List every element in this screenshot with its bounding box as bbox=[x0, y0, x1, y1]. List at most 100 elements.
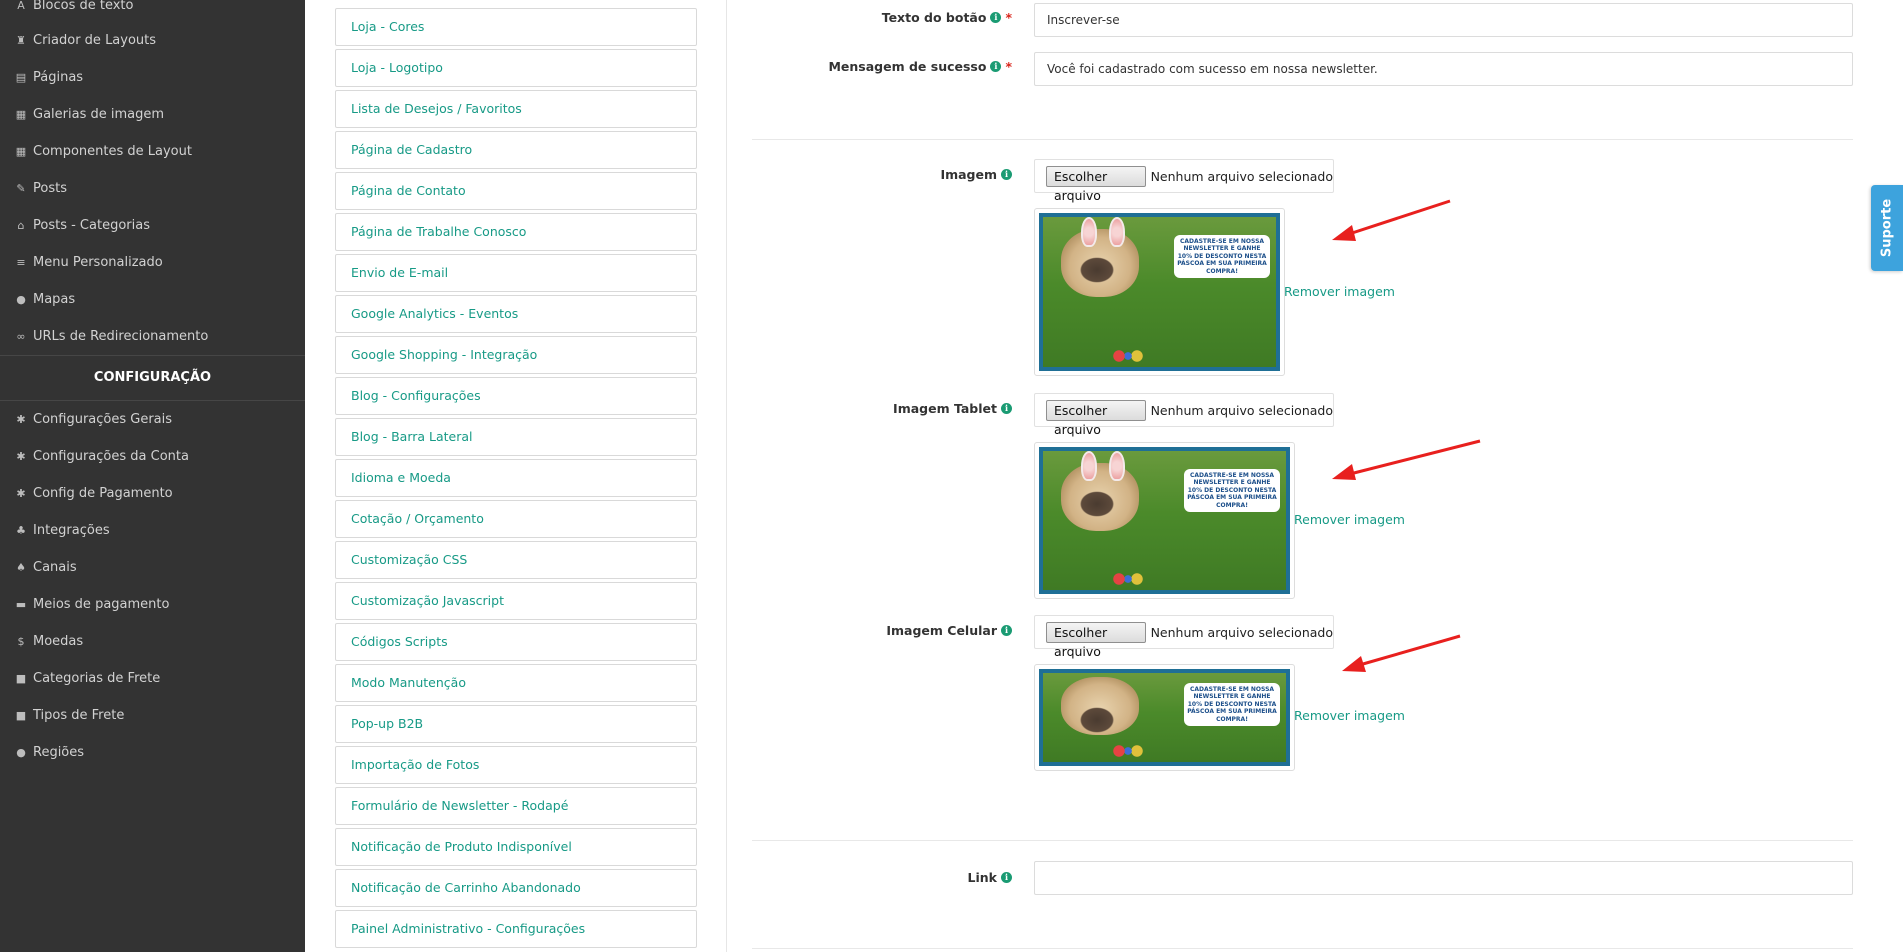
settings-list-item[interactable]: Customização CSS bbox=[335, 541, 697, 579]
field-label-text: Imagem Tablet bbox=[893, 401, 997, 416]
settings-list-item[interactable]: Google Shopping - Integração bbox=[335, 336, 697, 374]
info-icon[interactable]: i bbox=[990, 61, 1002, 72]
section-divider bbox=[752, 840, 1853, 841]
sidebar-item-pages[interactable]: ▤ Páginas bbox=[15, 65, 83, 89]
banner-promo-text: CADASTRE-SE EM NOSSA NEWSLETTER E GANHE … bbox=[1184, 683, 1280, 727]
remove-image-link[interactable]: Remover imagem bbox=[1284, 284, 1395, 299]
sidebar-item-general-settings[interactable]: ✱ Configurações Gerais bbox=[15, 407, 172, 431]
sidebar-item-image-galleries[interactable]: ▦ Galerias de imagem bbox=[15, 102, 164, 126]
settings-list-item[interactable]: Notificação de Produto Indisponível bbox=[335, 828, 697, 866]
settings-list-item[interactable]: Formulário de Newsletter - Rodapé bbox=[335, 787, 697, 825]
settings-list-item[interactable]: Google Analytics - Eventos bbox=[335, 295, 697, 333]
settings-list-panel: Loja - Cores Loja - Logotipo Lista de De… bbox=[305, 0, 727, 952]
integrations-icon: ♣ bbox=[16, 523, 26, 537]
link-input[interactable] bbox=[1034, 861, 1853, 895]
file-status-text: Nenhum arquivo selecionado bbox=[1150, 624, 1333, 640]
sidebar-divider bbox=[0, 355, 305, 356]
image-file-input[interactable]: Escolher arquivo Nenhum arquivo selecion… bbox=[1034, 159, 1334, 203]
choose-file-button[interactable]: Escolher arquivo bbox=[1046, 621, 1146, 659]
settings-list-item[interactable]: Envio de E-mail bbox=[335, 254, 697, 292]
bunny-ear-shape bbox=[1081, 451, 1097, 481]
button-text-input[interactable] bbox=[1034, 3, 1853, 37]
globe-icon: ● bbox=[16, 745, 26, 759]
home-icon: ⌂ bbox=[17, 218, 25, 232]
field-label-text: Imagem bbox=[940, 167, 997, 182]
success-message-input[interactable] bbox=[1034, 52, 1853, 86]
choose-file-button[interactable]: Escolher arquivo bbox=[1046, 399, 1146, 437]
layout-builder-icon: ♜ bbox=[16, 33, 26, 47]
settings-list-item[interactable]: Painel Administrativo - Configurações bbox=[335, 910, 697, 948]
info-icon[interactable]: i bbox=[990, 12, 1002, 23]
truck-icon: ■ bbox=[15, 708, 27, 722]
easter-eggs-shape bbox=[1113, 572, 1143, 586]
sidebar-item-label: Meios de pagamento bbox=[33, 596, 170, 612]
field-label-text: Link bbox=[967, 870, 997, 885]
settings-list-item[interactable]: Página de Cadastro bbox=[335, 131, 697, 169]
field-label-text: Mensagem de sucesso bbox=[828, 59, 987, 74]
sidebar-item-regions[interactable]: ● Regiões bbox=[15, 740, 84, 764]
settings-list-item[interactable]: Pop-up B2B bbox=[335, 705, 697, 743]
settings-list-item[interactable]: Página de Contato bbox=[335, 172, 697, 210]
image-gallery-icon: ▦ bbox=[15, 107, 27, 121]
sidebar-item-payment-methods[interactable]: ▬ Meios de pagamento bbox=[15, 592, 170, 616]
choose-file-button[interactable]: Escolher arquivo bbox=[1046, 165, 1146, 203]
remove-image-link[interactable]: Remover imagem bbox=[1294, 512, 1405, 527]
settings-list-item[interactable]: Página de Trabalhe Conosco bbox=[335, 213, 697, 251]
sidebar-item-channels[interactable]: ♠ Canais bbox=[15, 555, 77, 579]
sidebar-item-payment-config[interactable]: ✱ Config de Pagamento bbox=[15, 481, 173, 505]
required-mark: * bbox=[1005, 10, 1012, 25]
sidebar-item-shipping-categories[interactable]: ■ Categorias de Frete bbox=[15, 666, 160, 690]
info-icon[interactable]: i bbox=[1001, 403, 1012, 414]
settings-list-item[interactable]: Customização Javascript bbox=[335, 582, 697, 620]
sidebar-item-label: Canais bbox=[33, 559, 77, 575]
banner-promo-text: CADASTRE-SE EM NOSSA NEWSLETTER E GANHE … bbox=[1174, 235, 1270, 279]
image-mobile-file-input[interactable]: Escolher arquivo Nenhum arquivo selecion… bbox=[1034, 615, 1334, 659]
sidebar-item-label: Configurações Gerais bbox=[33, 411, 173, 427]
button-text-label: Texto do botão i * bbox=[882, 10, 1012, 25]
sidebar-item-layout-builder[interactable]: ♜ Criador de Layouts bbox=[15, 28, 156, 52]
settings-list-item[interactable]: Importação de Fotos bbox=[335, 746, 697, 784]
image-mobile-label: Imagem Celular i bbox=[886, 623, 1012, 638]
settings-list-item[interactable]: Blog - Barra Lateral bbox=[335, 418, 697, 456]
sidebar-item-currencies[interactable]: $ Moedas bbox=[15, 629, 84, 653]
sidebar-item-layout-components[interactable]: ▦ Componentes de Layout bbox=[15, 139, 192, 163]
text-blocks-icon: A bbox=[17, 0, 25, 12]
sidebar-item-text-blocks[interactable]: A Blocos de texto bbox=[15, 0, 133, 17]
sidebar-item-integrations[interactable]: ♣ Integrações bbox=[15, 518, 110, 542]
sidebar-item-label: Config de Pagamento bbox=[33, 485, 173, 501]
sidebar-item-redirect-urls[interactable]: ∞ URLs de Redirecionamento bbox=[15, 324, 208, 348]
sidebar-item-posts-categories[interactable]: ⌂ Posts - Categorias bbox=[15, 213, 150, 237]
settings-list-item[interactable]: Cotação / Orçamento bbox=[335, 500, 697, 538]
settings-list-item[interactable]: Loja - Cores bbox=[335, 8, 697, 46]
settings-list-item[interactable]: Modo Manutenção bbox=[335, 664, 697, 702]
image-tablet-file-input[interactable]: Escolher arquivo Nenhum arquivo selecion… bbox=[1034, 393, 1334, 437]
info-icon[interactable]: i bbox=[1001, 169, 1012, 180]
link-label: Link i bbox=[968, 870, 1012, 885]
settings-list-item[interactable]: Códigos Scripts bbox=[335, 623, 697, 661]
pug-face-shape bbox=[1077, 255, 1117, 285]
image-label: Imagem i bbox=[940, 167, 1012, 182]
sidebar-item-maps[interactable]: ● Mapas bbox=[15, 287, 75, 311]
link-icon: ∞ bbox=[16, 329, 26, 343]
sidebar-item-custom-menu[interactable]: ≡ Menu Personalizado bbox=[15, 250, 163, 274]
remove-image-link[interactable]: Remover imagem bbox=[1294, 708, 1405, 723]
sidebar-item-posts[interactable]: ✎ Posts bbox=[15, 176, 67, 200]
sidebar-item-label: Menu Personalizado bbox=[33, 254, 163, 270]
red-arrow-annotation bbox=[1332, 199, 1451, 241]
settings-list-item[interactable]: Idioma e Moeda bbox=[335, 459, 697, 497]
bunny-ear-shape bbox=[1109, 217, 1125, 247]
info-icon[interactable]: i bbox=[1001, 625, 1012, 636]
map-marker-icon: ● bbox=[16, 292, 26, 306]
bunny-ear-shape bbox=[1081, 217, 1097, 247]
sidebar-item-label: Criador de Layouts bbox=[33, 32, 157, 48]
banner-image: CADASTRE-SE EM NOSSA NEWSLETTER E GANHE … bbox=[1039, 213, 1280, 371]
sidebar-item-account-settings[interactable]: ✱ Configurações da Conta bbox=[15, 444, 189, 468]
info-icon[interactable]: i bbox=[1001, 872, 1012, 883]
support-tab[interactable]: Suporte bbox=[1871, 185, 1903, 271]
settings-list-item[interactable]: Blog - Configurações bbox=[335, 377, 697, 415]
settings-list-item[interactable]: Notificação de Carrinho Abandonado bbox=[335, 869, 697, 907]
sidebar-item-shipping-types[interactable]: ■ Tipos de Frete bbox=[15, 703, 125, 727]
settings-list-item[interactable]: Loja - Logotipo bbox=[335, 49, 697, 87]
section-divider bbox=[752, 948, 1853, 949]
settings-list-item[interactable]: Lista de Desejos / Favoritos bbox=[335, 90, 697, 128]
